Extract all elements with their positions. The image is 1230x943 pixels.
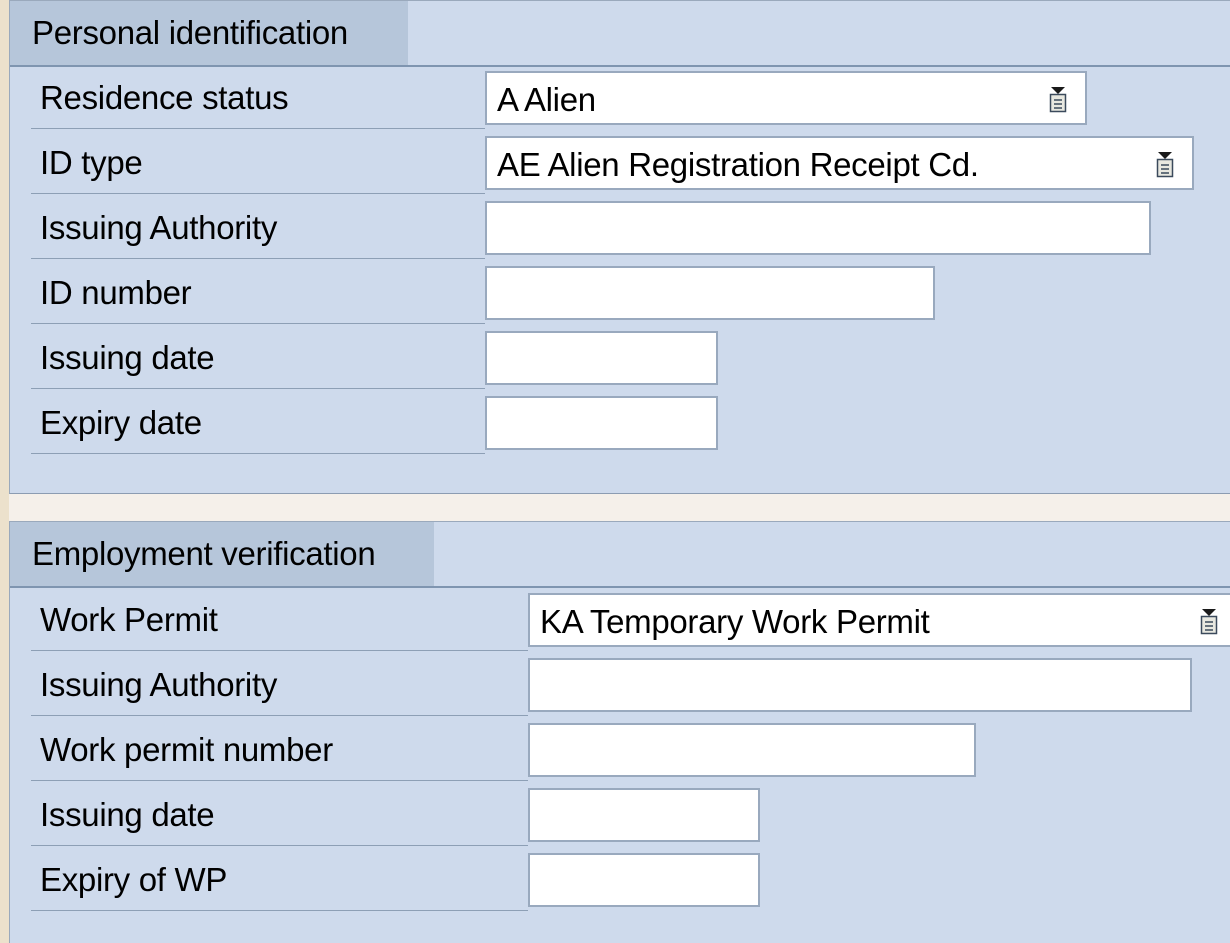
id-type-label: ID type: [40, 144, 143, 181]
residence-status-label: Residence status: [40, 79, 289, 116]
row-divider: [31, 193, 485, 194]
group-title: Employment verification: [32, 535, 376, 572]
group-header: Employment verification: [10, 522, 1230, 588]
row-divider: [31, 453, 485, 454]
group-header: Personal identification: [10, 1, 1230, 67]
wp-issuing-date-label: Issuing date: [40, 796, 215, 833]
work-permit-label: Work Permit: [40, 601, 218, 638]
wp-issuing-authority-field[interactable]: [528, 658, 1192, 712]
work-permit-row: Work Permit KA Temporary Work Permit: [31, 589, 1230, 651]
work-permit-number-field[interactable]: [528, 723, 976, 777]
work-permit-number-label: Work permit number: [40, 731, 333, 768]
row-divider: [31, 650, 528, 651]
issuing-authority-field[interactable]: [485, 201, 1151, 255]
id-type-value: AE Alien Registration Receipt Cd.: [497, 146, 979, 183]
expiry-date-row: Expiry date: [31, 392, 728, 454]
employment-verification-group: Employment verification Work Permit KA T…: [9, 521, 1230, 943]
value-help-icon[interactable]: [1049, 85, 1067, 113]
value-help-icon[interactable]: [1200, 607, 1218, 635]
group-separator: [9, 494, 1230, 522]
wp-issuing-date-field[interactable]: [528, 788, 760, 842]
value-help-icon[interactable]: [1156, 150, 1174, 178]
expiry-of-wp-field[interactable]: [528, 853, 760, 907]
row-divider: [31, 128, 485, 129]
row-divider: [31, 388, 485, 389]
personal-identification-group: Personal identification Residence status…: [9, 0, 1230, 494]
residence-status-value: A Alien: [497, 81, 596, 118]
id-number-label: ID number: [40, 274, 192, 311]
work-permit-value: KA Temporary Work Permit: [540, 603, 930, 640]
id-type-row: ID type AE Alien Registration Receipt Cd…: [31, 132, 1204, 194]
row-divider: [31, 780, 528, 781]
issuing-authority-label: Issuing Authority: [40, 209, 278, 246]
wp-issuing-authority-label: Issuing Authority: [40, 666, 278, 703]
issuing-authority-row: Issuing Authority: [31, 197, 1161, 259]
work-permit-number-row: Work permit number: [31, 719, 986, 781]
issuing-date-row: Issuing date: [31, 327, 728, 389]
group-title-tab: Personal identification: [10, 1, 408, 65]
id-number-field[interactable]: [485, 266, 935, 320]
row-divider: [31, 258, 485, 259]
work-permit-field[interactable]: KA Temporary Work Permit: [528, 593, 1230, 647]
residence-status-field[interactable]: A Alien: [485, 71, 1087, 125]
group-header-line: [10, 586, 1230, 588]
row-divider: [31, 910, 528, 911]
residence-status-row: Residence status A Alien: [31, 67, 1097, 129]
group-title-tab: Employment verification: [10, 522, 434, 586]
expiry-of-wp-row: Expiry of WP: [31, 849, 770, 911]
wp-issuing-date-row: Issuing date: [31, 784, 770, 846]
issuing-date-label: Issuing date: [40, 339, 215, 376]
expiry-of-wp-label: Expiry of WP: [40, 861, 228, 898]
row-divider: [31, 715, 528, 716]
expiry-date-label: Expiry date: [40, 404, 202, 441]
id-type-field[interactable]: AE Alien Registration Receipt Cd.: [485, 136, 1194, 190]
expiry-date-field[interactable]: [485, 396, 718, 450]
id-number-row: ID number: [31, 262, 945, 324]
group-title: Personal identification: [32, 14, 348, 51]
row-divider: [31, 323, 485, 324]
issuing-date-field[interactable]: [485, 331, 718, 385]
wp-issuing-authority-row: Issuing Authority: [31, 654, 1202, 716]
row-divider: [31, 845, 528, 846]
